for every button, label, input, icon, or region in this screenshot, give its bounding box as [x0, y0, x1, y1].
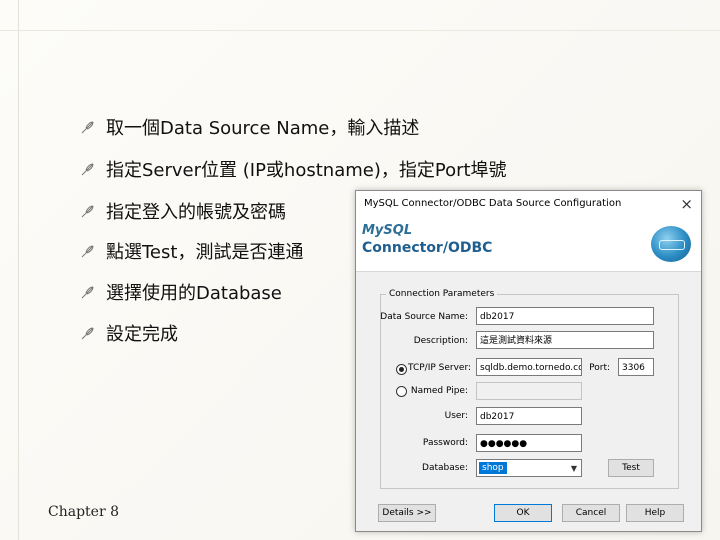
cancel-button[interactable]: Cancel	[562, 504, 620, 522]
frame-line-left	[18, 0, 19, 540]
server-field[interactable]: sqldb.demo.tornedo.com	[476, 358, 582, 376]
database-label: Database:	[422, 463, 468, 473]
odbc-config-dialog: MySQL Connector/ODBC Data Source Configu…	[355, 190, 702, 532]
help-button[interactable]: Help	[626, 504, 684, 522]
bullet-item: 取一個Data Source Name，輸入描述	[80, 112, 419, 142]
dialog-title-bar: MySQL Connector/ODBC Data Source Configu…	[356, 191, 701, 219]
port-label: Port:	[589, 363, 610, 373]
database-select[interactable]: shop ▼	[476, 459, 582, 477]
chevron-down-icon: ▼	[570, 464, 577, 473]
named-pipe-radio[interactable]	[396, 386, 407, 397]
quill-bullet-icon	[81, 245, 94, 258]
bullet-item: 設定完成	[80, 318, 178, 348]
bullet-text: 選擇使用的Database	[106, 283, 282, 304]
bullet-item: 指定登入的帳號及密碼	[80, 196, 286, 226]
group-label: Connection Parameters	[386, 289, 498, 299]
user-label: User:	[444, 411, 468, 421]
user-field[interactable]: db2017	[476, 407, 582, 425]
connector-odbc-logo: Connector/ODBC	[362, 240, 493, 256]
mysql-logo: MySQL	[362, 223, 413, 238]
tcpip-radio[interactable]	[396, 364, 407, 375]
port-field[interactable]: 3306	[618, 358, 654, 376]
close-icon[interactable]: ×	[680, 195, 693, 213]
quill-bullet-icon	[81, 286, 94, 299]
password-label: Password:	[422, 438, 468, 448]
description-label: Description:	[413, 336, 468, 346]
dialog-banner: MySQL Connector/ODBC	[356, 219, 701, 272]
bullet-text: 點選Test，測試是否連通	[106, 242, 304, 263]
bullet-item: 選擇使用的Database	[80, 277, 282, 307]
password-field[interactable]: ●●●●●●	[476, 434, 582, 452]
named-pipe-field[interactable]	[476, 382, 582, 400]
bullet-text: 取一個Data Source Name，輸入描述	[106, 118, 420, 139]
odbc-badge-icon	[651, 226, 691, 262]
bullet-text: 指定登入的帳號及密碼	[106, 202, 286, 223]
description-field[interactable]: 這是測試資料來源	[476, 331, 654, 349]
test-button[interactable]: Test	[608, 459, 654, 477]
details-button[interactable]: Details >>	[378, 504, 436, 522]
quill-bullet-icon	[81, 163, 94, 176]
dsn-label: Data Source Name:	[380, 312, 468, 322]
bullet-text: 設定完成	[106, 324, 178, 345]
named-pipe-label: Named Pipe:	[410, 386, 468, 396]
ok-button[interactable]: OK	[494, 504, 552, 522]
quill-bullet-icon	[81, 121, 94, 134]
dialog-title: MySQL Connector/ODBC Data Source Configu…	[364, 198, 622, 209]
frame-line-top	[0, 30, 720, 31]
bullet-item: 指定Server位置 (IP或hostname)，指定Port埠號	[80, 154, 507, 184]
slide-footer: Chapter 8	[48, 504, 119, 520]
dsn-field[interactable]: db2017	[476, 307, 654, 325]
bullet-item: 點選Test，測試是否連通	[80, 236, 303, 266]
bullet-text: 指定Server位置 (IP或hostname)，指定Port埠號	[106, 160, 507, 181]
tcpip-label: TCP/IP Server:	[408, 363, 472, 373]
database-selected-value: shop	[479, 462, 507, 474]
quill-bullet-icon	[81, 205, 94, 218]
quill-bullet-icon	[81, 327, 94, 340]
